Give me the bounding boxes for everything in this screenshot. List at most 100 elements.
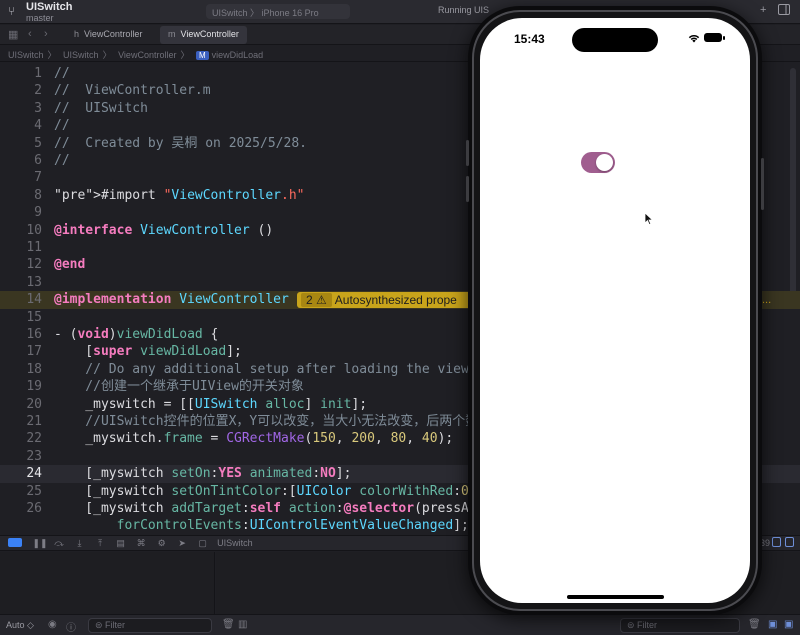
line-number[interactable]: 22 bbox=[0, 430, 42, 448]
code-text[interactable]: // bbox=[54, 152, 70, 170]
code-text[interactable]: //UISwitch控件的位置X，Y可以改变，当大小无法改变，后两个数 bbox=[54, 413, 478, 431]
warning-ellipsis[interactable]: ... bbox=[762, 291, 771, 309]
breadcrumb-method[interactable]: viewDidLoad bbox=[212, 50, 264, 60]
eye-icon[interactable]: ◉ bbox=[48, 619, 57, 630]
code-text[interactable]: @implementation ViewController bbox=[54, 291, 289, 309]
line-number[interactable]: 26 bbox=[0, 500, 42, 518]
line-number[interactable]: 9 bbox=[0, 204, 42, 222]
sidebar-right-icon[interactable] bbox=[778, 4, 790, 18]
info-icon[interactable]: ⓘ bbox=[66, 619, 76, 634]
code-text[interactable]: // UISwitch bbox=[54, 100, 148, 118]
line-number[interactable]: 12 bbox=[0, 256, 42, 274]
line-number[interactable]: 1 bbox=[0, 65, 42, 83]
destination-name: iPhone 16 Pro bbox=[261, 8, 319, 18]
line-number[interactable]: 3 bbox=[0, 100, 42, 118]
filter-icon: ⊜ bbox=[95, 620, 106, 630]
variables-filter-input[interactable]: ⊜ Filter bbox=[88, 618, 212, 633]
environment-icon[interactable]: ⚙ bbox=[156, 538, 168, 549]
code-text[interactable]: _myswitch = [[UISwitch alloc] init]; bbox=[54, 396, 367, 414]
project-name[interactable]: UISwitch bbox=[26, 1, 72, 13]
memory-graph-icon[interactable]: ⌘ bbox=[135, 538, 147, 549]
code-text[interactable]: //创建一个继承于UIView的开关对象 bbox=[54, 378, 304, 396]
volume-up-button[interactable] bbox=[466, 140, 469, 166]
method-icon: M bbox=[195, 51, 209, 60]
code-text[interactable]: [super viewDidLoad]; bbox=[54, 343, 242, 361]
line-number[interactable]: 4 bbox=[0, 117, 42, 135]
code-text[interactable]: // Do any additional setup after loading… bbox=[54, 361, 469, 379]
line-number[interactable]: 8 bbox=[0, 187, 42, 205]
breadcrumb-project[interactable]: UISwitch bbox=[8, 50, 44, 60]
line-number[interactable]: 5 bbox=[0, 135, 42, 153]
variables-scope-select[interactable]: Auto ◇ bbox=[6, 620, 34, 631]
dynamic-island bbox=[572, 28, 658, 52]
code-text[interactable]: @interface ViewController () bbox=[54, 222, 273, 240]
view-hierarchy-icon[interactable]: ▤ bbox=[115, 538, 127, 549]
variables-view-icon[interactable] bbox=[772, 537, 781, 547]
code-text[interactable]: // bbox=[54, 65, 70, 83]
mouse-cursor-icon bbox=[644, 212, 654, 226]
code-text[interactable]: // Created by 吴桐 on 2025/5/28. bbox=[54, 135, 307, 153]
console-view-icon[interactable] bbox=[785, 537, 794, 547]
implementation-file-icon: m bbox=[168, 29, 176, 39]
line-number[interactable]: 13 bbox=[0, 274, 42, 292]
line-number[interactable]: 14 bbox=[0, 291, 42, 309]
forward-arrow-icon[interactable]: › bbox=[44, 28, 48, 40]
line-number[interactable]: 18 bbox=[0, 361, 42, 379]
back-arrow-icon[interactable]: ‹ bbox=[28, 28, 32, 40]
line-number[interactable]: 10 bbox=[0, 222, 42, 240]
code-text[interactable]: [_myswitch setOn:YES animated:NO]; bbox=[54, 465, 351, 483]
code-text[interactable]: @end bbox=[54, 256, 85, 274]
home-indicator[interactable] bbox=[567, 595, 664, 599]
line-number[interactable]: 2 bbox=[0, 82, 42, 100]
breadcrumb-file[interactable]: ViewController bbox=[118, 50, 176, 60]
volume-down-button[interactable] bbox=[466, 176, 469, 202]
tab-label: ViewController bbox=[180, 29, 239, 39]
power-button[interactable] bbox=[761, 158, 764, 210]
step-out-icon[interactable]: ⤒ bbox=[94, 538, 106, 549]
code-text[interactable]: _myswitch.frame = CGRectMake(150, 200, 8… bbox=[54, 430, 453, 448]
scheme-selector[interactable]: UISwitch 〉 iPhone 16 Pro bbox=[206, 4, 350, 19]
line-number[interactable]: 21 bbox=[0, 413, 42, 431]
clear-console-icon[interactable]: 🗑 bbox=[748, 619, 761, 630]
code-text[interactable]: "pre">#import "ViewController.h" bbox=[54, 187, 304, 205]
pause-icon[interactable]: ❚❚ bbox=[33, 538, 48, 549]
split-view-icon[interactable]: ▥ bbox=[238, 619, 247, 630]
tab-viewcontroller-h[interactable]: h ViewController bbox=[66, 26, 150, 44]
code-text[interactable]: forControlEvents:UIControlEventValueChan… bbox=[54, 517, 469, 535]
line-number[interactable]: 20 bbox=[0, 396, 42, 414]
line-number[interactable]: 6 bbox=[0, 152, 42, 170]
code-text[interactable]: - (void)viewDidLoad { bbox=[54, 326, 218, 344]
line-number[interactable]: 15 bbox=[0, 309, 42, 327]
breadcrumb-folder[interactable]: UISwitch bbox=[63, 50, 99, 60]
location-icon[interactable]: ➤ bbox=[176, 538, 188, 549]
line-number[interactable]: 16 bbox=[0, 326, 42, 344]
line-number[interactable]: 25 bbox=[0, 483, 42, 501]
debug-area-toggle[interactable] bbox=[8, 538, 22, 547]
add-icon[interactable]: + bbox=[760, 4, 766, 16]
code-text[interactable]: [_myswitch setOnTintColor:[UIColor color… bbox=[54, 483, 469, 501]
console-filter-input[interactable]: ⊜ Filter bbox=[620, 618, 740, 633]
right-pane-icon[interactable]: ▣ bbox=[784, 619, 793, 630]
line-number[interactable]: 19 bbox=[0, 378, 42, 396]
iphone-screen[interactable]: 15:43 bbox=[480, 18, 750, 603]
trash-icon[interactable]: 🗑 bbox=[222, 619, 235, 630]
tab-viewcontroller-m[interactable]: m ViewController bbox=[160, 26, 247, 44]
warning-badge[interactable]: 2 ⚠ Autosynthesized prope bbox=[297, 292, 472, 309]
code-text[interactable]: // bbox=[54, 117, 70, 135]
grid-icon[interactable]: ▦ bbox=[8, 28, 18, 41]
scheme-name: UISwitch bbox=[212, 8, 248, 18]
step-into-icon[interactable]: ⤓ bbox=[74, 538, 86, 549]
line-number[interactable]: 7 bbox=[0, 169, 42, 187]
branch-name[interactable]: master bbox=[26, 13, 54, 23]
left-pane-icon[interactable]: ▣ bbox=[768, 619, 777, 630]
line-number[interactable]: 11 bbox=[0, 239, 42, 257]
code-text[interactable]: // ViewController.m bbox=[54, 82, 211, 100]
variables-view[interactable] bbox=[0, 552, 215, 614]
line-number[interactable]: 24 bbox=[0, 465, 42, 483]
line-number[interactable]: 17 bbox=[0, 343, 42, 361]
line-number[interactable]: 23 bbox=[0, 448, 42, 466]
code-text[interactable]: [_myswitch addTarget:self action:@select… bbox=[54, 500, 469, 518]
toggle-switch[interactable] bbox=[581, 152, 615, 173]
toggle-knob[interactable] bbox=[596, 154, 613, 171]
step-over-icon[interactable]: ⤼ bbox=[53, 538, 65, 549]
